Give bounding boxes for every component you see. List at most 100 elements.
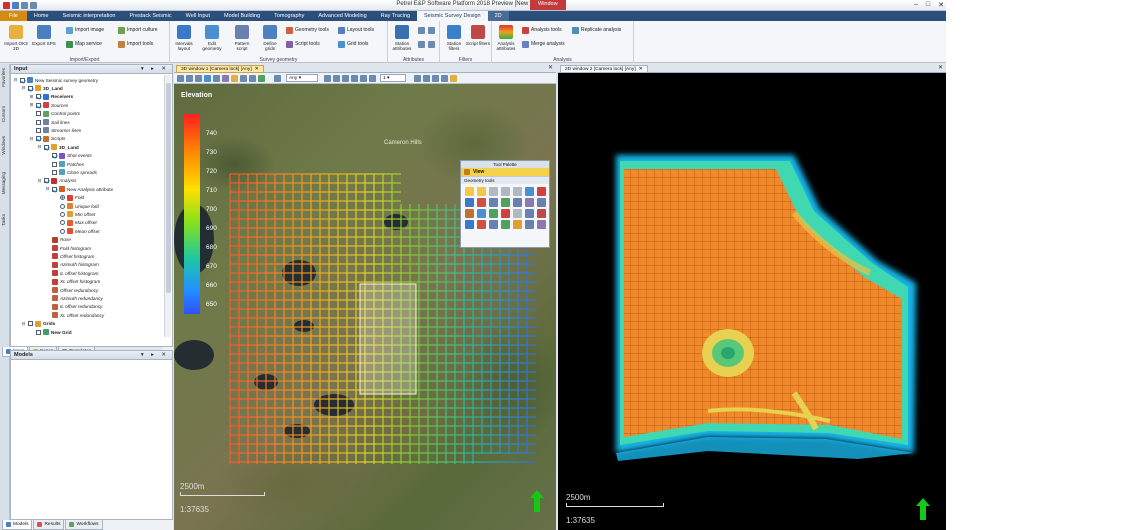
window-2-tab[interactable]: 2D window 2 [Camera lock] [Any] ✕ — [560, 65, 648, 73]
tree-radio[interactable] — [60, 195, 65, 201]
tree-item[interactable]: ⊟ Scripts — [29, 135, 65, 143]
tree-item[interactable]: Max offset — [53, 219, 97, 227]
axis-icon[interactable] — [423, 75, 430, 82]
edit-geometry-button[interactable]: Edit geometry — [200, 25, 224, 51]
minimize-icon[interactable]: – — [914, 1, 918, 9]
tab-well-input[interactable]: Well Input — [179, 11, 217, 21]
tree-checkbox[interactable] — [36, 111, 41, 117]
auto-legend-icon[interactable] — [414, 75, 421, 82]
fold-map-2d[interactable]: 2500m 1:37635 — [558, 73, 946, 530]
tab-file[interactable]: File — [0, 11, 27, 21]
contextual-window-tab[interactable]: Window — [530, 0, 566, 10]
tab-workflows[interactable]: Workflows — [65, 520, 103, 530]
tree-expander-icon[interactable]: ⊟ — [37, 178, 42, 184]
light-icon[interactable] — [231, 75, 238, 82]
tab-close-icon[interactable]: ✕ — [639, 67, 643, 72]
side-tab-favorites[interactable]: Favorites — [1, 68, 6, 87]
delete-tool-icon[interactable] — [537, 187, 546, 196]
attribute-small-2[interactable] — [428, 26, 435, 34]
tree-item[interactable]: IL offset histogram — [45, 269, 98, 277]
tree-item[interactable]: Min offset — [53, 210, 95, 218]
tab-tomography[interactable]: Tomography — [267, 11, 311, 21]
tree-item[interactable]: ⊟ 3D_Land — [37, 143, 79, 151]
tab-advanced-modeling[interactable]: Advanced Modeling — [311, 11, 373, 21]
tab-results[interactable]: Results — [33, 520, 65, 530]
station-tool-icon[interactable] — [465, 220, 474, 229]
tree-item[interactable]: Fold — [53, 194, 84, 202]
merge-analysis-button[interactable]: Merge analysis — [522, 40, 565, 48]
print-icon[interactable] — [441, 75, 448, 82]
tree-checkbox[interactable] — [52, 161, 57, 167]
move-tool-icon[interactable] — [525, 187, 534, 196]
side-tab-windows[interactable]: Windows — [1, 136, 6, 155]
rotate-tool-icon[interactable] — [537, 198, 546, 207]
tree-item[interactable]: ⊟ 3D_Land — [21, 84, 63, 92]
tree-expander-icon[interactable]: ⊟ — [45, 186, 50, 192]
define-grids-button[interactable]: Define grids — [258, 25, 282, 51]
tree-item[interactable]: Control points — [29, 110, 80, 118]
tree-item[interactable]: Rose — [45, 236, 71, 244]
side-tab-tasks[interactable]: Tasks — [1, 214, 6, 226]
grid-tool-icon[interactable] — [489, 209, 498, 218]
attribute-small-1[interactable] — [418, 26, 425, 34]
tree-item[interactable]: Mean offset — [53, 227, 100, 235]
zscale-combo[interactable]: 1 ▾ — [380, 74, 406, 82]
analysis-attributes-button[interactable]: Analysis attributes — [494, 25, 518, 51]
tree-checkbox[interactable] — [36, 102, 41, 108]
export-sps-button[interactable]: Export SPS — [32, 25, 56, 46]
tree-item[interactable]: Unique fold — [53, 202, 99, 210]
tab-prestack-seismic[interactable]: Prestack Seismic — [122, 11, 178, 21]
panel-controls[interactable]: ▾ ▸ ✕ — [141, 352, 169, 358]
station-filters-button[interactable]: Station filters — [442, 25, 466, 51]
tree-item[interactable]: Patches — [45, 160, 84, 168]
zoom-icon[interactable] — [186, 75, 193, 82]
tree-checkbox[interactable] — [44, 178, 49, 184]
tree-checkbox[interactable] — [52, 153, 57, 159]
add-source-icon[interactable] — [477, 198, 486, 207]
window-1-tab[interactable]: 3D window 1 [Camera lock] [Any] ✕ — [176, 65, 264, 73]
perspective-icon[interactable] — [240, 75, 247, 82]
tab-home[interactable]: Home — [27, 11, 56, 21]
pattern-script-button[interactable]: Pattern script — [230, 25, 254, 51]
tree-checkbox[interactable] — [36, 329, 41, 335]
tree-scrollbar[interactable] — [164, 75, 171, 337]
analysis-tools-button[interactable]: Analysis tools — [522, 26, 562, 34]
filter-tool-icon[interactable] — [489, 220, 498, 229]
orthographic-icon[interactable] — [249, 75, 256, 82]
tree-expander-icon[interactable]: ⊟ — [29, 136, 34, 142]
tree-item[interactable]: ⊟ Analysis — [37, 177, 76, 185]
tree-item[interactable]: ⊟ New Seismic survey geometry — [13, 76, 98, 84]
import-ok3-2d-button[interactable]: Import OK3 2D — [4, 25, 28, 51]
tree-expander-icon[interactable]: ⊟ — [13, 77, 18, 83]
top-view-icon[interactable] — [360, 75, 367, 82]
tree-item[interactable]: Streamer lines — [29, 126, 81, 134]
tree-checkbox[interactable] — [36, 127, 41, 133]
import-culture-button[interactable]: Import culture — [118, 26, 158, 34]
tab-seismic-survey-design[interactable]: Seismic Survey Design — [417, 11, 488, 21]
tree-item[interactable]: Offset redundancy — [45, 286, 98, 294]
flat-view-icon[interactable] — [258, 75, 265, 82]
fill-tool-icon[interactable] — [501, 209, 510, 218]
swath-tool-icon[interactable] — [513, 198, 522, 207]
offset-tool-icon[interactable] — [465, 209, 474, 218]
pan-icon[interactable] — [177, 75, 184, 82]
tree-item[interactable]: Shot events — [45, 152, 92, 160]
tree-item[interactable]: Azimuth histogram — [45, 261, 99, 269]
tree-item[interactable]: Azimuth redundancy — [45, 294, 103, 302]
tree-radio[interactable] — [60, 203, 65, 209]
camera-icon[interactable] — [222, 75, 229, 82]
tree-checkbox[interactable] — [28, 85, 33, 91]
measure-tool-icon[interactable] — [525, 209, 534, 218]
geometry-tools-section[interactable]: Geometry tools — [461, 176, 549, 184]
panel-controls[interactable]: ▾ ▸ ✕ — [141, 66, 169, 72]
map-service-button[interactable]: Map service — [66, 40, 102, 48]
tree-checkbox[interactable] — [36, 136, 41, 142]
tree-expander-icon[interactable]: ⊟ — [37, 144, 42, 150]
tree-item[interactable]: New Grid — [29, 328, 72, 336]
screenshot-icon[interactable] — [432, 75, 439, 82]
tab-close-icon[interactable]: ✕ — [255, 67, 259, 72]
west-view-icon[interactable] — [351, 75, 358, 82]
tree-checkbox[interactable] — [52, 169, 57, 175]
analysis-tool-icon[interactable] — [513, 220, 522, 229]
station-attributes-button[interactable]: Station attributes — [390, 25, 414, 51]
